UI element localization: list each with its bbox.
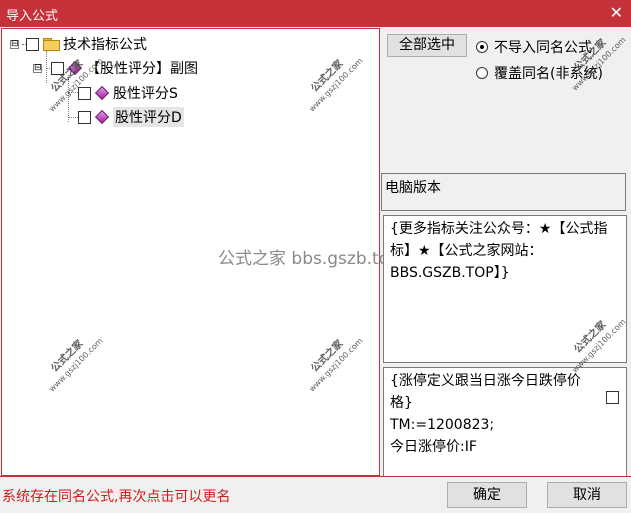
formula-icon [94,85,110,101]
window-title: 导入公式 [6,9,59,24]
formula-icon [67,60,83,76]
status-message: 系统存在同名公式,再次点击可以更名 [2,489,231,505]
tree-node-label: 股性评分S [113,86,178,102]
tree-node-group[interactable]: ⊟ 【股性评分】副图 [33,58,198,78]
tree-node-label: 【股性评分】副图 [86,61,198,77]
title-bar: 导入公式 ✕ [0,0,631,27]
tree-node-leaf[interactable]: 股性评分D [78,107,184,127]
status-bar: 系统存在同名公式,再次点击可以更名 [0,476,631,513]
select-all-button[interactable]: 全部选中 [387,34,467,57]
tree-node-label: 技术指标公式 [63,37,147,53]
radio-label: 不导入同名公式 [494,40,592,56]
watermark-logo: 公式之家 www.gszj100.com [570,35,628,93]
cancel-button[interactable]: 取消 [547,482,627,508]
radio-overwrite[interactable]: 覆盖同名(非系统) [476,63,603,83]
tree-node-leaf[interactable]: 股性评分S [78,83,178,103]
tree-node-label: 股性评分D [113,107,184,127]
collapse-icon[interactable]: ⊟ [33,63,42,73]
tree-checkbox[interactable] [51,61,64,75]
code-preview-box[interactable]: {涨停定义跟当日涨今日跌停价格} TM:=1200823; 今日涨停价:IF [383,367,627,477]
preview-checkbox[interactable] [606,391,619,404]
collapse-icon[interactable]: ⊟ [10,39,19,49]
watermark-logo: 公式之家 www.gszj100.com [47,336,105,394]
watermark-logo: 公式之家 www.gszj100.com [307,56,365,114]
close-icon[interactable]: ✕ [610,3,623,22]
tree-checkbox[interactable] [78,110,91,124]
radio-label: 覆盖同名(非系统) [494,66,603,82]
tree-node-root[interactable]: ⊟ 技术指标公式 [10,34,147,54]
description-box[interactable]: {更多指标关注公众号：★【公式指标】★【公式之家网站：BBS.GSZB.TOP】… [383,215,627,363]
watermark-logo: 公式之家 www.gszj100.com [307,336,365,394]
version-label: 电脑版本 [381,173,626,211]
watermark-text: 公式之家 bbs.gszb.top [218,249,400,269]
tree-connector [68,75,69,122]
radio-skip-duplicates[interactable]: 不导入同名公式 [476,37,592,57]
radio-button[interactable] [476,67,488,79]
tree-checkbox[interactable] [78,86,91,100]
radio-button[interactable] [476,41,488,53]
folder-icon [43,38,60,51]
formula-icon [94,109,110,125]
ok-button[interactable]: 确定 [447,482,527,508]
tree-checkbox[interactable] [26,37,39,51]
